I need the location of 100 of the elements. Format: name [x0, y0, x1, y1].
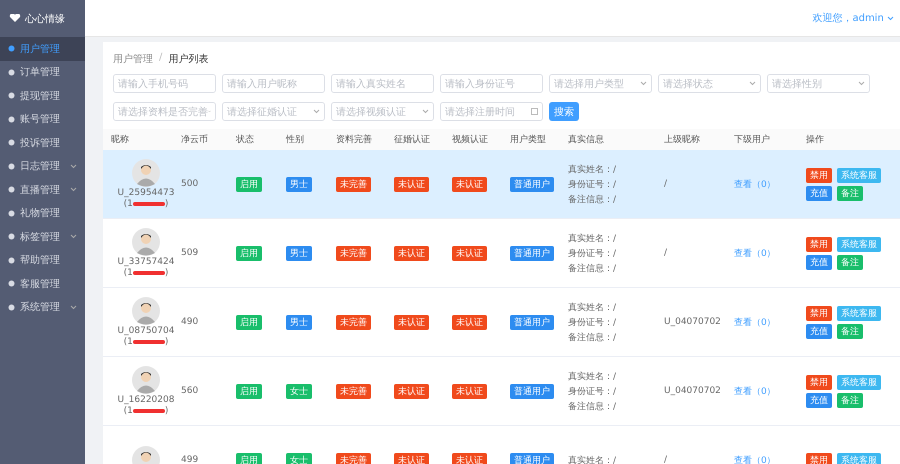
select-field[interactable]: 请选择用户类型 — [549, 74, 652, 93]
table-row[interactable]: U_25954473 (1 ) 500 启用 男士 未完善 未认证 未认证 普通用户 真实姓名：/ 身份证号：/ 备注信息：/ / 查看（0） 禁用 系统客服 充值 备注 — [103, 150, 900, 219]
verification-tag: 未认证 — [452, 246, 487, 260]
action-button[interactable]: 系统客服 — [837, 236, 881, 252]
nickname: U_16220208 — [118, 395, 174, 405]
select-field[interactable]: 请选择征婚认证 — [222, 102, 325, 121]
redaction-mark — [132, 340, 165, 344]
action-button[interactable]: 禁用 — [806, 452, 832, 464]
nickname: U_08750704 — [118, 326, 174, 336]
text-field[interactable]: 请输入手机号码 — [113, 74, 216, 93]
sidebar-item[interactable]: 用户管理 — [0, 37, 85, 60]
sidebar-item[interactable]: 帮助管理 — [0, 248, 85, 272]
nickname: U_33757424 — [118, 257, 174, 267]
gender-tag: 男士 — [286, 314, 312, 330]
action-button[interactable]: 系统客服 — [837, 306, 881, 320]
avatar-silhouette — [132, 228, 160, 256]
action-button[interactable]: 禁用 — [806, 236, 832, 252]
sidebar-item[interactable]: 提现管理 — [0, 84, 85, 108]
info-line: 身份证号：/ — [568, 316, 618, 328]
action-button[interactable]: 备注 — [837, 324, 863, 338]
menu-item-icon — [8, 68, 15, 76]
status-tag: 启用 — [236, 452, 262, 464]
sidebar-item[interactable]: 投诉管理 — [0, 131, 85, 154]
action-button[interactable]: 充值 — [806, 186, 832, 200]
info-line: 备注信息：/ — [568, 332, 618, 344]
view-link[interactable]: 查看（0） — [734, 454, 806, 464]
action-button[interactable]: 备注 — [837, 186, 863, 200]
info-line: 备注信息：/ — [568, 194, 618, 206]
action-button[interactable]: 禁用 — [806, 306, 832, 320]
action-button[interactable]: 系统客服 — [837, 168, 881, 182]
user-type-tag: 普通用户 — [510, 176, 554, 192]
action-button[interactable]: 系统客服 — [837, 374, 881, 390]
profile-tag: 未完善 — [336, 384, 371, 398]
view-link[interactable]: 查看（0） — [734, 384, 806, 398]
breadcrumb-item[interactable]: 用户管理 — [113, 52, 153, 66]
column-header: 昵称 — [111, 134, 130, 146]
select-field[interactable]: 请选择资料是否完善 — [113, 102, 216, 121]
view-link[interactable]: 查看（0） — [734, 316, 806, 328]
avatar-silhouette — [132, 366, 160, 394]
action-button[interactable]: 禁用 — [806, 168, 832, 182]
menu-item-icon — [8, 139, 15, 146]
user-menu[interactable]: 欢迎您，admin — [812, 11, 894, 25]
chevron-down-icon — [422, 109, 429, 114]
sidebar-item[interactable]: 订单管理 — [0, 60, 85, 84]
info-line: 真实姓名：/ — [568, 164, 618, 176]
parent-cell-text: / — [664, 179, 668, 189]
coin-cell-text: 560 — [181, 386, 200, 396]
breadcrumb-separator: / — [159, 52, 162, 65]
verification-tag: 未认证 — [394, 452, 429, 464]
info-line: 身份证号：/ — [568, 178, 618, 190]
chevron-down-icon — [749, 81, 756, 86]
select-field[interactable]: 请选择性别 — [767, 74, 870, 93]
parent-cell-text: U_04070702 — [664, 317, 722, 327]
text-field[interactable]: 请输入用户昵称 — [222, 74, 325, 93]
verification-tag: 未认证 — [394, 314, 429, 330]
date-field[interactable]: 请选择注册时间 — [440, 102, 543, 121]
sidebar-item[interactable]: 日志管理 — [0, 154, 85, 178]
search-button[interactable]: 搜索 — [549, 102, 579, 121]
action-button[interactable]: 备注 — [837, 254, 863, 270]
action-button[interactable]: 禁用 — [806, 374, 832, 390]
verification-tag: 未认证 — [452, 176, 487, 192]
action-button[interactable]: 系统客服 — [837, 452, 881, 464]
column-header: 净云币 — [181, 134, 209, 146]
column-header: 上级昵称 — [664, 134, 701, 146]
redaction-mark — [132, 202, 165, 206]
verification-tag: 未认证 — [394, 384, 429, 398]
redaction-mark — [132, 271, 165, 275]
sidebar-item[interactable]: 礼物管理 — [0, 202, 85, 225]
chevron-down-icon — [858, 81, 865, 86]
text-field[interactable]: 请输入真实姓名 — [331, 74, 434, 93]
action-button[interactable]: 充值 — [806, 254, 832, 270]
sidebar-item[interactable]: 账号管理 — [0, 108, 85, 131]
select-field[interactable]: 请选择状态 — [658, 74, 761, 93]
gender-tag: 女士 — [286, 452, 312, 464]
info-line: 备注信息：/ — [568, 400, 618, 412]
phone-end: ) — [164, 406, 168, 416]
chevron-down-icon — [887, 16, 894, 21]
menu-item-icon — [8, 210, 15, 217]
phone-end: ) — [164, 199, 168, 209]
sidebar-item[interactable]: 标签管理 — [0, 225, 85, 248]
action-button[interactable]: 备注 — [837, 392, 863, 408]
column-header: 资料完善 — [336, 133, 373, 146]
text-field[interactable]: 请输入身份证号 — [440, 74, 543, 93]
sidebar-item[interactable]: 客服管理 — [0, 272, 85, 296]
menu-item-icon — [8, 280, 15, 288]
select-field[interactable]: 请选择视频认证 — [331, 102, 434, 121]
coin-cell-text: 499 — [181, 455, 200, 464]
profile-tag: 未完善 — [336, 176, 371, 192]
action-button[interactable]: 充值 — [806, 392, 832, 408]
view-link[interactable]: 查看（0） — [734, 246, 806, 260]
view-link[interactable]: 查看（0） — [734, 178, 806, 190]
action-button[interactable]: 充值 — [806, 324, 832, 338]
coin-cell-text: 490 — [181, 317, 200, 327]
verification-tag: 未认证 — [394, 246, 429, 260]
phone-end: ) — [164, 268, 168, 278]
user-type-tag: 普通用户 — [510, 314, 554, 330]
sidebar-item[interactable]: 直播管理 — [0, 178, 85, 202]
gender-tag: 男士 — [286, 176, 312, 192]
sidebar-item[interactable]: 系统管理 — [0, 296, 85, 319]
coin-cell-text: 500 — [181, 179, 200, 189]
